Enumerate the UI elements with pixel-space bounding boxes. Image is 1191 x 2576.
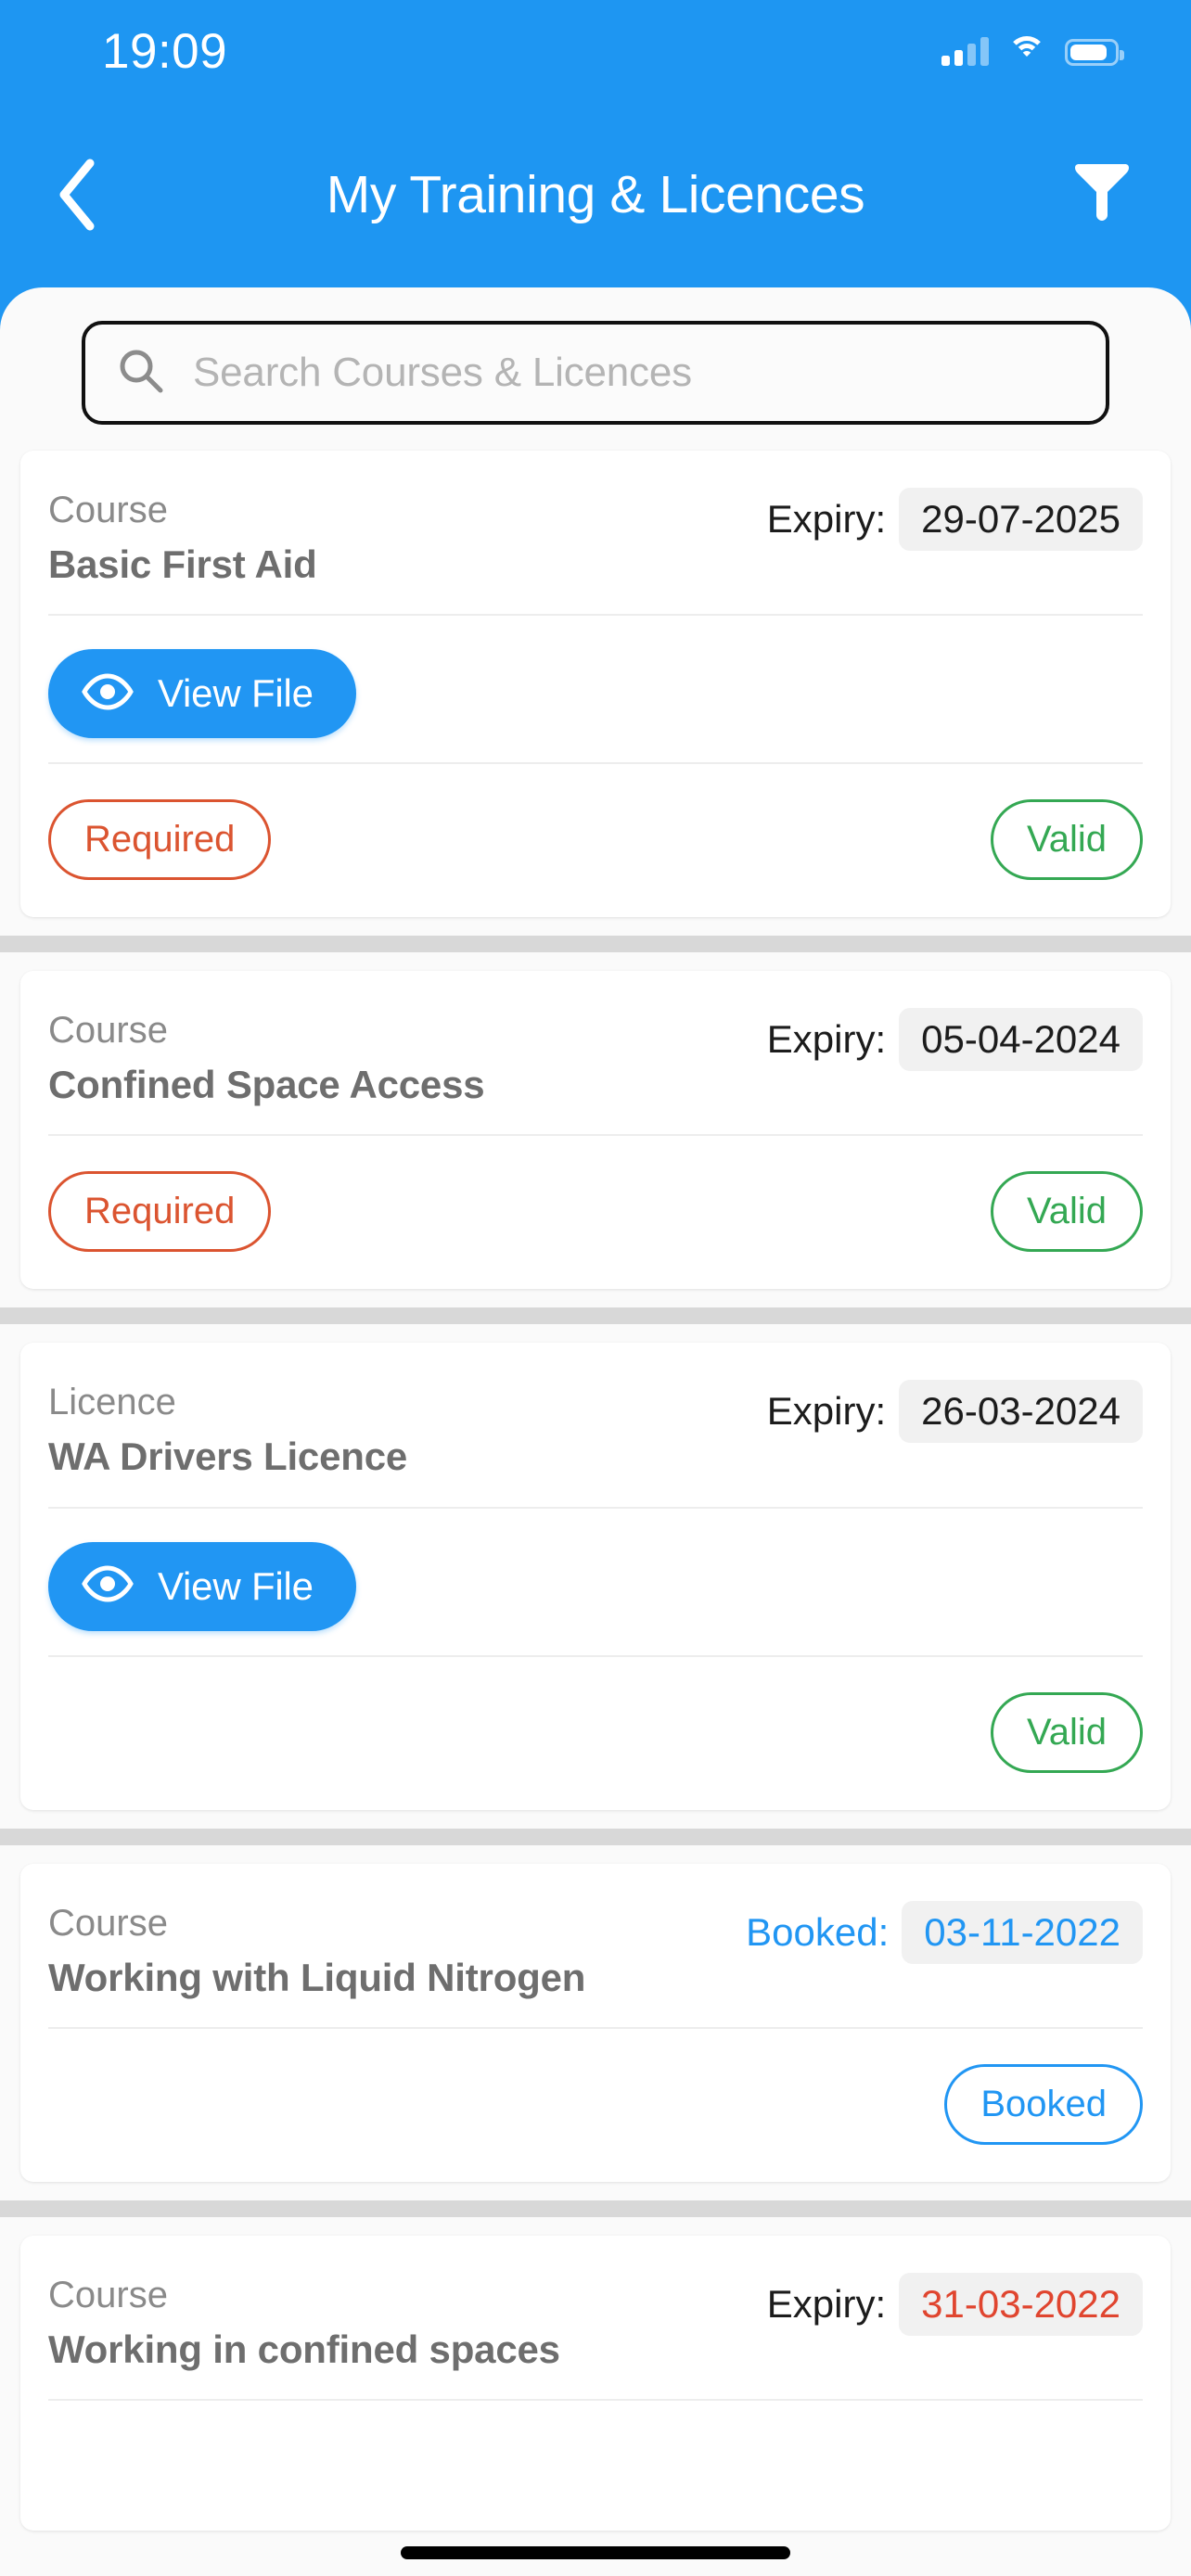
card-header: Course Confined Space Access Expiry: 05-… <box>48 971 1143 1110</box>
status-badge[interactable]: Booked <box>944 2063 1143 2145</box>
card-status-row: Required Valid <box>48 764 1143 917</box>
card-actions: View File <box>48 1509 1143 1631</box>
date-label: Expiry: <box>766 1389 887 1434</box>
card-type-label: Course <box>48 1902 168 1944</box>
status-bar-indicators <box>941 36 1124 66</box>
table-row[interactable]: Course Working in confined spaces Expiry… <box>20 2235 1171 2531</box>
card-actions: View File <box>48 616 1143 739</box>
battery-icon <box>1065 39 1124 66</box>
status-badge[interactable]: Valid <box>991 799 1143 881</box>
phone-screen: 19:09 My Training & Licences Search Cour… <box>0 0 1191 2576</box>
search-input[interactable]: Search Courses & Licences <box>82 321 1109 425</box>
date-value: 31-03-2022 <box>899 2272 1143 2336</box>
list-separator <box>0 1307 1191 1325</box>
filter-funnel-icon <box>1071 161 1133 229</box>
card-status-row: Booked <box>48 2029 1143 2182</box>
card-type-label: Course <box>48 1010 168 1052</box>
date-label: Expiry: <box>766 2281 887 2326</box>
page-title: My Training & Licences <box>326 165 865 224</box>
navigation-bar: My Training & Licences <box>0 102 1191 287</box>
card-header: Course Working in confined spaces Expiry… <box>48 2236 1143 2375</box>
training-list: Course Basic First Aid Expiry: 29-07-202… <box>0 451 1191 2531</box>
status-bar-clock: 19:09 <box>102 23 228 79</box>
view-file-button[interactable]: View File <box>48 1541 356 1631</box>
view-file-label: View File <box>158 1563 314 1608</box>
card-title: Confined Space Access <box>48 1063 485 1107</box>
content-sheet: Search Courses & Licences Course Basic F… <box>0 287 1191 2576</box>
date-value: 05-04-2024 <box>899 1008 1143 1072</box>
status-badge[interactable]: Valid <box>991 1171 1143 1253</box>
eye-icon <box>82 1565 134 1607</box>
status-badge[interactable]: Valid <box>991 1691 1143 1773</box>
eye-icon <box>82 673 134 715</box>
card-header: Course Working with Liquid Nitrogen Book… <box>48 1864 1143 2003</box>
date-value: 03-11-2022 <box>902 1900 1143 1964</box>
card-type-label: Course <box>48 2274 168 2315</box>
list-separator <box>0 936 1191 953</box>
card-status-row: Valid <box>48 1657 1143 1810</box>
card-title: Working with Liquid Nitrogen <box>48 1955 586 1999</box>
card-status-row: Required Valid <box>48 1136 1143 1289</box>
card-title: WA Drivers Licence <box>48 1435 408 1479</box>
cellular-signal-icon <box>941 36 989 66</box>
view-file-button[interactable]: View File <box>48 649 356 739</box>
home-indicator <box>401 2546 790 2559</box>
list-separator <box>0 1828 1191 1845</box>
card-title: Basic First Aid <box>48 542 317 586</box>
search-icon <box>117 347 165 400</box>
view-file-label: View File <box>158 671 314 716</box>
card-type-label: Licence <box>48 1382 176 1423</box>
date-label: Expiry: <box>766 497 887 541</box>
status-badge-required[interactable]: Required <box>48 1171 272 1253</box>
status-bar: 19:09 <box>0 0 1191 102</box>
filter-button[interactable] <box>1059 152 1145 237</box>
table-row[interactable]: Course Working with Liquid Nitrogen Book… <box>20 1863 1171 2182</box>
card-header: Licence WA Drivers Licence Expiry: 26-03… <box>48 1343 1143 1482</box>
date-value: 29-07-2025 <box>899 488 1143 551</box>
list-separator <box>0 2200 1191 2217</box>
table-row[interactable]: Licence WA Drivers Licence Expiry: 26-03… <box>20 1343 1171 1810</box>
search-placeholder: Search Courses & Licences <box>193 350 692 395</box>
table-row[interactable]: Course Confined Space Access Expiry: 05-… <box>20 971 1171 1290</box>
card-title: Working in confined spaces <box>48 2327 560 2371</box>
card-status-row <box>48 2401 1143 2531</box>
date-value: 26-03-2024 <box>899 1380 1143 1444</box>
table-row[interactable]: Course Basic First Aid Expiry: 29-07-202… <box>20 451 1171 918</box>
card-type-label: Course <box>48 490 168 530</box>
search-section: Search Courses & Licences <box>0 287 1191 451</box>
date-label: Expiry: <box>766 1017 887 1062</box>
wifi-icon <box>1007 36 1046 66</box>
card-header: Course Basic First Aid Expiry: 29-07-202… <box>48 451 1143 590</box>
status-badge-required[interactable]: Required <box>48 799 272 881</box>
date-label: Booked: <box>746 1909 890 1954</box>
